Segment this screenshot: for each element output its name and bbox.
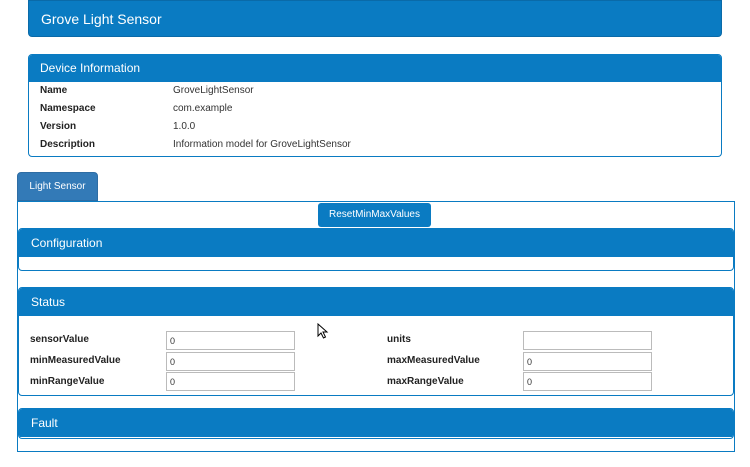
status-heading: Status	[19, 288, 733, 316]
device-info-panel: Device Information Name GroveLightSensor…	[28, 54, 722, 157]
app-title: Grove Light Sensor	[41, 11, 162, 27]
info-row-namespace: Namespace com.example	[29, 100, 721, 118]
sensor-value-label: sensorValue	[30, 334, 89, 345]
info-key: Namespace	[40, 103, 96, 114]
mouse-cursor-icon	[317, 323, 329, 339]
app-title-panel: Grove Light Sensor	[28, 0, 722, 37]
units-field[interactable]	[523, 331, 652, 350]
min-range-value-field[interactable]	[166, 372, 295, 391]
configuration-section: Configuration	[18, 228, 734, 271]
info-key: Name	[40, 85, 68, 96]
max-range-value-field[interactable]	[523, 372, 652, 391]
info-value: 1.0.0	[173, 121, 196, 132]
info-row-description: Description Information model for GroveL…	[29, 136, 721, 154]
reset-min-max-values-button[interactable]: ResetMinMaxValues	[318, 203, 431, 227]
fault-section: Fault	[18, 408, 734, 439]
fault-heading: Fault	[19, 409, 733, 437]
min-range-value-label: minRangeValue	[30, 376, 105, 387]
tab-light-sensor[interactable]: Light Sensor	[17, 172, 98, 201]
info-key: Description	[40, 139, 96, 150]
sensor-value-field[interactable]	[166, 331, 295, 350]
configuration-heading: Configuration	[19, 229, 733, 257]
device-info-heading: Device Information	[29, 55, 721, 82]
units-label: units	[387, 334, 411, 345]
min-measured-value-label: minMeasuredValue	[30, 355, 121, 366]
info-row-name: Name GroveLightSensor	[29, 82, 721, 100]
info-key: Version	[40, 121, 77, 132]
min-measured-value-field[interactable]	[166, 352, 295, 371]
info-value: com.example	[173, 103, 233, 114]
info-row-version: Version 1.0.0	[29, 118, 721, 136]
max-range-value-label: maxRangeValue	[387, 376, 464, 387]
max-measured-value-field[interactable]	[523, 352, 652, 371]
info-value: GroveLightSensor	[173, 85, 254, 96]
info-value: Information model for GroveLightSensor	[173, 139, 351, 150]
max-measured-value-label: maxMeasuredValue	[387, 355, 480, 366]
